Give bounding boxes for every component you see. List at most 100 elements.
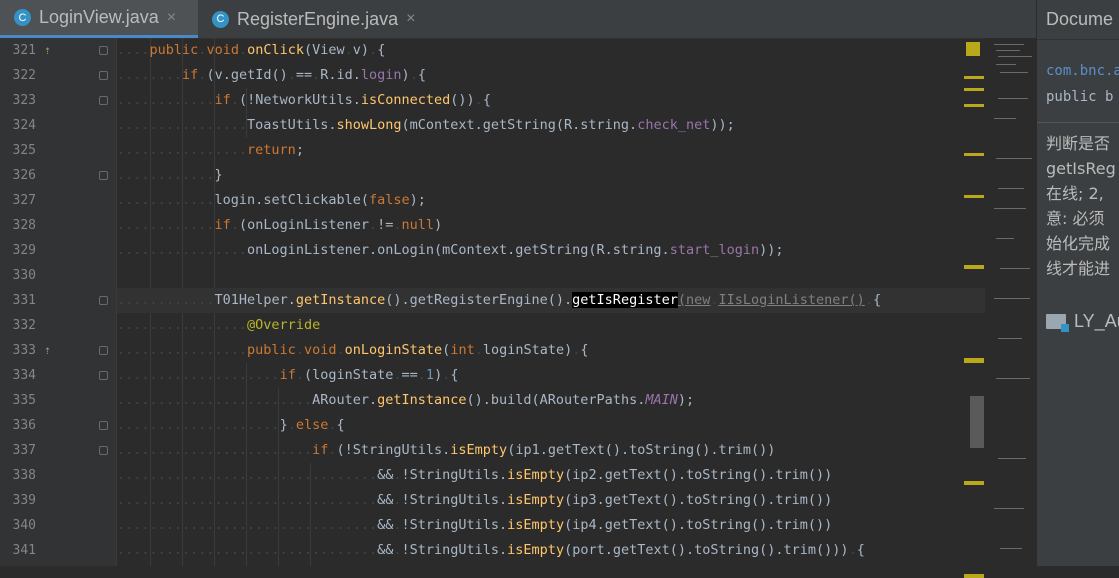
doc-line: 线才能进 bbox=[1046, 259, 1111, 278]
code-token: if bbox=[279, 367, 296, 383]
indent-whitespace: ................................ bbox=[117, 542, 378, 558]
code-token: . bbox=[848, 542, 857, 558]
indent-whitespace: ........ bbox=[117, 67, 183, 83]
code-token: . bbox=[710, 292, 719, 308]
line-number[interactable]: 325 bbox=[0, 138, 36, 163]
line-number[interactable]: 337 bbox=[0, 438, 36, 463]
code-line[interactable]: ........................if.(!StringUtils… bbox=[117, 438, 985, 463]
line-number[interactable]: 326 bbox=[0, 163, 36, 188]
doc-package[interactable]: com.bnc.a bbox=[1037, 58, 1119, 84]
code-line[interactable]: ................................&&.!Stri… bbox=[117, 463, 985, 488]
code-token: !StringUtils. bbox=[401, 542, 508, 558]
line-number[interactable]: 332 bbox=[0, 313, 36, 338]
code-token: onLoginListener.onLogin(mContext.getStri… bbox=[247, 242, 670, 258]
code-line[interactable]: ................public.void.onLoginState… bbox=[117, 338, 985, 363]
code-line[interactable]: ........................ARouter.getInsta… bbox=[117, 388, 985, 413]
line-number[interactable]: 327 bbox=[0, 188, 36, 213]
code-token: (ip1.getText().toString().trim()) bbox=[507, 442, 776, 458]
fold-icon[interactable] bbox=[99, 46, 108, 55]
fold-icon[interactable] bbox=[99, 371, 108, 380]
line-number[interactable]: 330 bbox=[0, 263, 36, 288]
indent-whitespace: ............ bbox=[117, 217, 215, 233]
fold-icon[interactable] bbox=[99, 71, 108, 80]
indent-whitespace: .................... bbox=[117, 417, 280, 433]
code-token: (View bbox=[304, 42, 345, 58]
code-token: onClick bbox=[247, 42, 304, 58]
inspection-status-icon[interactable] bbox=[966, 42, 980, 56]
line-number[interactable]: 328 bbox=[0, 213, 36, 238]
line-number[interactable]: 341 bbox=[0, 538, 36, 563]
code-token: IIsLoginListener() bbox=[718, 292, 865, 308]
close-icon[interactable]: × bbox=[167, 9, 176, 27]
code-token: check_net bbox=[637, 117, 711, 133]
indent-whitespace: ................ bbox=[117, 317, 248, 333]
code-token: public bbox=[149, 42, 199, 58]
code-token: void bbox=[206, 42, 239, 58]
code-token: (port.getText().toString().trim())) bbox=[564, 542, 849, 558]
code-line[interactable]: ................onLoginListener.onLogin(… bbox=[117, 238, 985, 263]
line-number[interactable]: 339 bbox=[0, 488, 36, 513]
line-number[interactable]: 323 bbox=[0, 88, 36, 113]
fold-icon[interactable] bbox=[99, 346, 108, 355]
documentation-title[interactable]: Docume bbox=[1037, 0, 1119, 40]
fold-icon[interactable] bbox=[99, 171, 108, 180]
code-token: T01Helper. bbox=[214, 292, 296, 308]
line-number[interactable]: 329 bbox=[0, 238, 36, 263]
error-stripe-minimap[interactable] bbox=[964, 38, 1036, 578]
override-marker-icon[interactable]: ⇡ bbox=[44, 338, 51, 363]
code-line[interactable]: ............} bbox=[117, 163, 985, 188]
code-token: && bbox=[377, 492, 394, 508]
tab-registerengine[interactable]: C RegisterEngine.java × bbox=[198, 0, 438, 38]
line-number[interactable]: 321 bbox=[0, 38, 36, 63]
code-line[interactable]: ................................&&.!Stri… bbox=[117, 513, 985, 538]
code-token: { bbox=[580, 342, 589, 358]
code-line[interactable]: ............login.setClickable(false); bbox=[117, 188, 985, 213]
code-line[interactable]: ....................if.(loginState.==.1)… bbox=[117, 363, 985, 388]
code-token: (ip2.getText().toString().trim()) bbox=[564, 467, 833, 483]
scrollbar-thumb[interactable] bbox=[970, 396, 984, 448]
code-token: isEmpty bbox=[507, 492, 565, 508]
line-number[interactable]: 322 bbox=[0, 63, 36, 88]
code-line[interactable] bbox=[117, 263, 985, 288]
override-marker-icon[interactable]: ⇡ bbox=[44, 38, 51, 63]
fold-icon[interactable] bbox=[99, 446, 108, 455]
doc-module[interactable]: LY_Au bbox=[1046, 311, 1119, 332]
line-number[interactable]: 334 bbox=[0, 363, 36, 388]
line-number[interactable]: 338 bbox=[0, 463, 36, 488]
code-line[interactable]: ........if.(v.getId().==.R.id.login).{ bbox=[117, 63, 985, 88]
line-number[interactable]: 324 bbox=[0, 113, 36, 138]
fold-icon[interactable] bbox=[99, 96, 108, 105]
code-token: return bbox=[247, 142, 296, 158]
code-line[interactable]: ............if.(!NetworkUtils.isConnecte… bbox=[117, 88, 985, 113]
line-number[interactable]: 331 bbox=[0, 288, 36, 313]
fold-icon[interactable] bbox=[99, 421, 108, 430]
code-line[interactable]: ................ToastUtils.showLong(mCon… bbox=[117, 113, 985, 138]
code-line[interactable]: ............T01Helper.getInstance().getR… bbox=[117, 288, 985, 313]
tab-loginview[interactable]: C LoginView.java × bbox=[0, 0, 198, 38]
line-number[interactable]: 335 bbox=[0, 388, 36, 413]
code-token: . bbox=[393, 367, 402, 383]
code-line[interactable]: ....public.void.onClick(View.v).{ bbox=[117, 38, 985, 63]
line-number[interactable]: 333 bbox=[0, 338, 36, 363]
line-number[interactable]: 336 bbox=[0, 413, 36, 438]
code-line[interactable]: ................return; bbox=[117, 138, 985, 163]
code-line[interactable]: ................................&&.!Stri… bbox=[117, 488, 985, 513]
code-token: { bbox=[377, 42, 386, 58]
indent-whitespace: ........................ bbox=[117, 442, 313, 458]
fold-icon[interactable] bbox=[99, 296, 108, 305]
code-token: (ip4.getText().toString().trim()) bbox=[564, 517, 833, 533]
code-token: (loginState bbox=[303, 367, 394, 383]
close-icon[interactable]: × bbox=[406, 10, 415, 28]
code-editor[interactable]: ....public.void.onClick(View.v).{.......… bbox=[117, 38, 985, 566]
indent-whitespace: ................................ bbox=[117, 492, 378, 508]
code-token: (!StringUtils. bbox=[336, 442, 451, 458]
code-token: !StringUtils. bbox=[401, 467, 508, 483]
java-class-icon: C bbox=[212, 10, 229, 28]
code-line[interactable]: ................@Override bbox=[117, 313, 985, 338]
code-line[interactable]: ............if.(onLoginListener.!=.null) bbox=[117, 213, 985, 238]
code-token: { bbox=[872, 292, 882, 308]
line-number-gutter[interactable]: ⇡ ⇡ 321 322 323 324 325 326 327 328 329 330 331 332… bbox=[0, 38, 117, 566]
code-line[interactable]: ....................}.else.{ bbox=[117, 413, 985, 438]
line-number[interactable]: 340 bbox=[0, 513, 36, 538]
code-line[interactable]: ................................&&.!Stri… bbox=[117, 538, 985, 563]
